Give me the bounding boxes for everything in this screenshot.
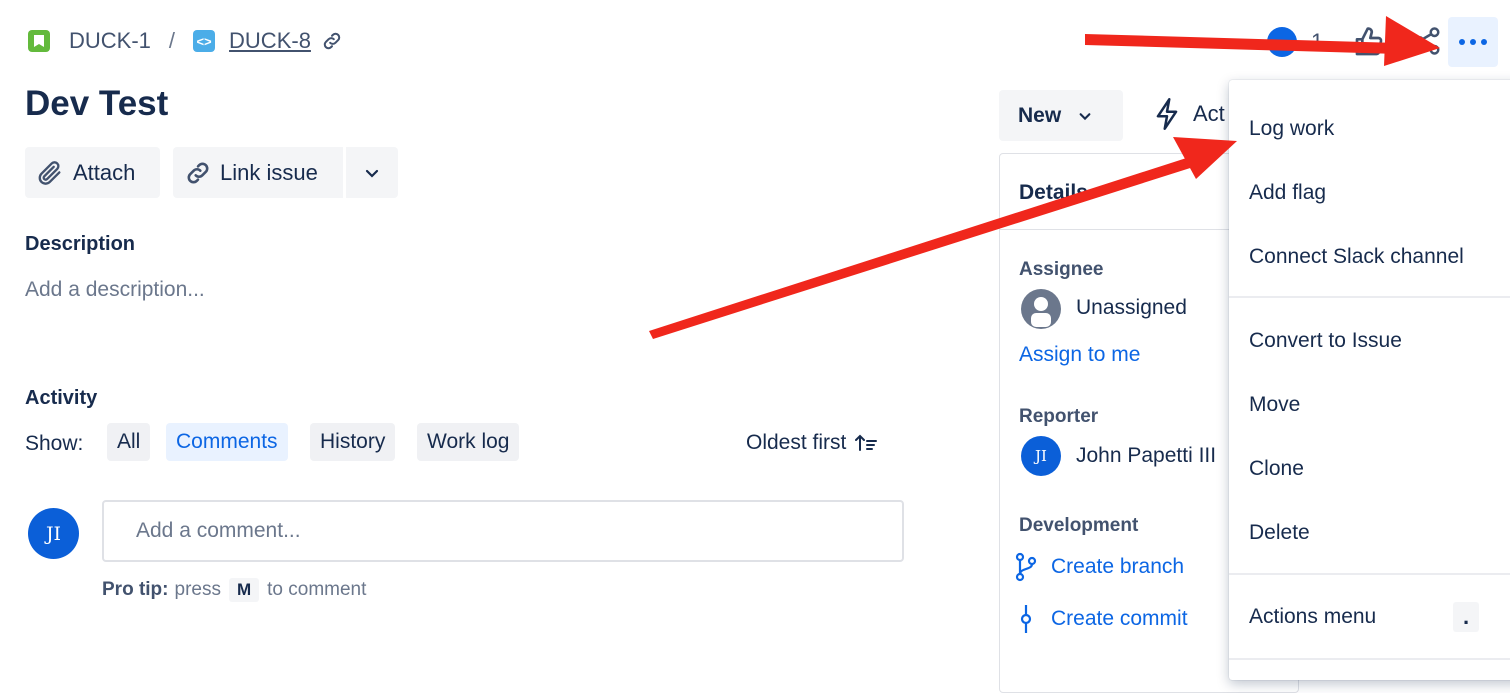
menu-divider xyxy=(1229,658,1510,660)
menu-item-delete[interactable]: Delete xyxy=(1249,521,1310,545)
description-heading: Description xyxy=(25,233,136,255)
link-icon xyxy=(184,159,212,187)
reporter-label: Reporter xyxy=(1019,406,1099,427)
issue-title[interactable]: Dev Test xyxy=(25,84,168,124)
branch-icon xyxy=(1014,552,1038,582)
menu-divider xyxy=(1229,296,1510,298)
show-label: Show: xyxy=(25,432,84,455)
current-user-avatar: JI xyxy=(28,508,79,559)
details-heading[interactable]: Details xyxy=(1019,181,1088,205)
filter-comments[interactable]: Comments xyxy=(166,423,288,461)
paperclip-icon xyxy=(36,159,64,187)
assignee-value[interactable]: Unassigned xyxy=(1076,296,1187,320)
menu-item-log-work[interactable]: Log work xyxy=(1249,117,1334,141)
chevron-down-icon xyxy=(1078,109,1092,123)
chevron-down-icon xyxy=(364,165,380,181)
thumbs-up-icon[interactable] xyxy=(1353,26,1385,63)
commit-icon xyxy=(1014,604,1038,634)
attach-button[interactable]: Attach xyxy=(25,147,160,198)
share-icon[interactable] xyxy=(1412,25,1442,62)
more-add-dropdown-button[interactable] xyxy=(346,147,398,198)
status-dropdown[interactable]: New xyxy=(999,90,1123,141)
filter-work-log[interactable]: Work log xyxy=(417,423,520,461)
more-actions-menu: Log work Add flag Connect Slack channel … xyxy=(1229,80,1510,680)
filter-all[interactable]: All xyxy=(107,423,151,461)
more-actions-button[interactable] xyxy=(1448,17,1498,67)
actions-menu-shortcut-key: . xyxy=(1453,602,1479,632)
filter-history[interactable]: History xyxy=(310,423,396,461)
menu-item-add-flag[interactable]: Add flag xyxy=(1249,181,1326,205)
menu-item-convert-to-issue[interactable]: Convert to Issue xyxy=(1249,329,1402,353)
create-branch-label: Create branch xyxy=(1051,555,1185,578)
eye-icon xyxy=(1267,27,1297,57)
attach-label: Attach xyxy=(73,159,136,185)
breadcrumb-separator: / xyxy=(168,28,176,53)
create-commit-link[interactable]: Create commit xyxy=(1014,604,1188,634)
menu-divider xyxy=(1229,573,1510,575)
create-commit-label: Create commit xyxy=(1051,607,1188,630)
description-placeholder[interactable]: Add a description... xyxy=(25,278,205,302)
menu-item-actions-menu[interactable]: Actions menu xyxy=(1249,605,1376,629)
keyboard-shortcut-key: M xyxy=(228,578,260,602)
ellipsis-icon xyxy=(1458,38,1488,46)
comment-placeholder: Add a comment... xyxy=(136,519,301,542)
pro-tip: Pro tip: press M to comment xyxy=(102,578,366,602)
create-branch-link[interactable]: Create branch xyxy=(1014,552,1184,582)
pro-tip-after: to comment xyxy=(267,579,367,600)
parent-issue-link[interactable]: DUCK-1 xyxy=(69,28,151,54)
unassigned-avatar-icon xyxy=(1021,289,1061,329)
reporter-avatar: JI xyxy=(1021,436,1061,476)
sort-order-label: Oldest first xyxy=(746,431,847,454)
sort-ascending-icon xyxy=(855,433,878,453)
link-issue-label: Link issue xyxy=(220,159,318,185)
reporter-name[interactable]: John Papetti III xyxy=(1076,444,1216,468)
menu-item-clone[interactable]: Clone xyxy=(1249,457,1304,481)
menu-item-connect-slack[interactable]: Connect Slack channel xyxy=(1249,245,1464,269)
development-label: Development xyxy=(1019,515,1139,536)
subtask-icon: <> xyxy=(193,30,216,52)
assignee-label: Assignee xyxy=(1019,259,1104,280)
watchers-button[interactable]: 1 xyxy=(1267,27,1323,57)
pro-tip-press: press xyxy=(174,579,221,600)
actions-label: Act xyxy=(1193,101,1225,126)
menu-item-move[interactable]: Move xyxy=(1249,393,1300,417)
link-issue-button[interactable]: Link issue xyxy=(173,147,343,198)
breadcrumb: DUCK-1 / <> DUCK-8 xyxy=(28,26,343,56)
issue-key-link[interactable]: DUCK-8 xyxy=(229,28,311,54)
pro-tip-label: Pro tip: xyxy=(102,579,169,600)
story-icon xyxy=(28,30,50,52)
annotation-arrow-to-more-button xyxy=(1085,16,1440,66)
copy-link-icon[interactable] xyxy=(321,30,343,52)
status-label: New xyxy=(1018,103,1062,127)
comment-input[interactable]: Add a comment... xyxy=(102,500,904,562)
activity-heading: Activity xyxy=(25,387,98,409)
lightning-icon xyxy=(1153,97,1181,131)
sort-order-button[interactable]: Oldest first xyxy=(746,431,878,455)
assign-to-me-link[interactable]: Assign to me xyxy=(1019,343,1140,367)
automation-actions-button[interactable]: Act xyxy=(1153,97,1225,131)
watchers-count: 1 xyxy=(1311,29,1324,54)
